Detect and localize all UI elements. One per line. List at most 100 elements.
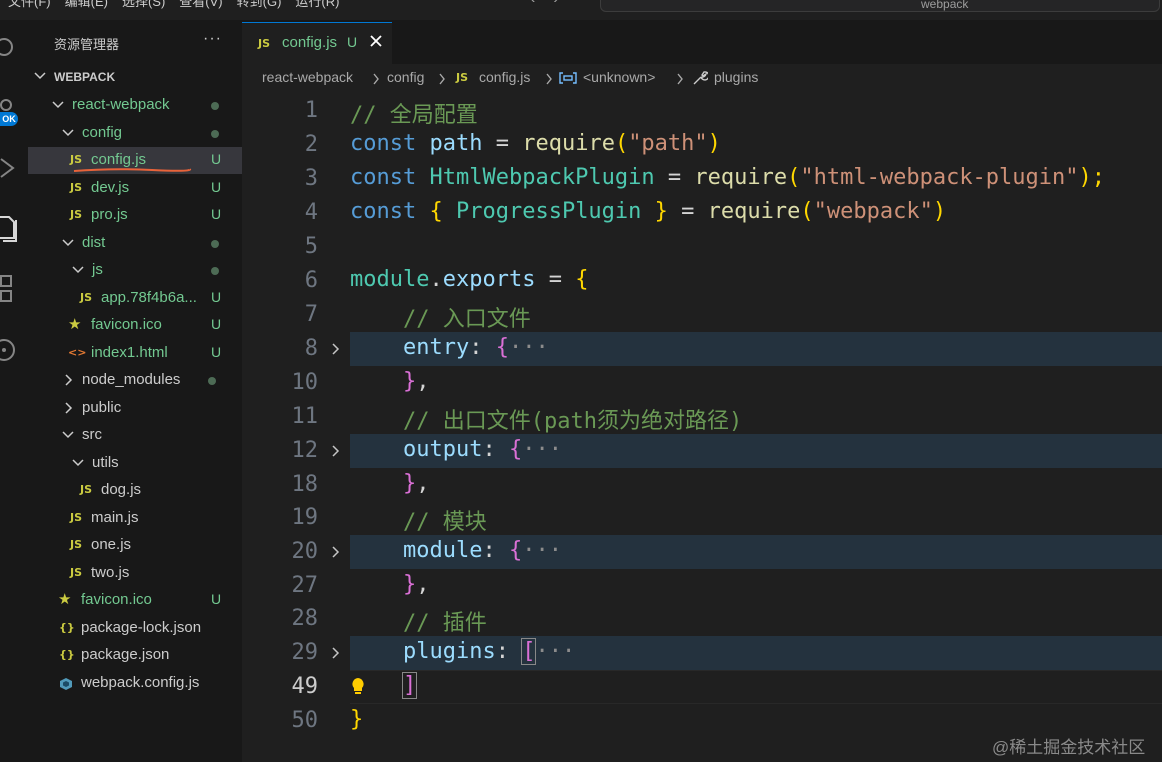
- line-text: output: {···: [350, 437, 562, 462]
- code-line: 1 // 全局配置: [242, 94, 1162, 128]
- tree-folder-react-webpack[interactable]: react-webpack: [28, 92, 242, 119]
- code-line-folded: 12 output: {···: [242, 434, 1162, 468]
- ok-badge: OK: [0, 112, 18, 126]
- function-token: require: [707, 199, 801, 224]
- menu-view[interactable]: 查看(V): [179, 0, 222, 9]
- folded-ellipsis[interactable]: ···: [535, 639, 575, 664]
- operator-token: :: [482, 437, 496, 462]
- string-token: "webpack": [813, 199, 933, 224]
- js-file-icon: JS: [70, 538, 83, 551]
- chevron-right-icon[interactable]: [330, 444, 342, 458]
- source-control-icon[interactable]: [0, 36, 18, 58]
- bracket-token: (: [787, 165, 801, 190]
- tree-item-label: public: [82, 399, 122, 416]
- line-text: module: {···: [350, 538, 562, 563]
- line-number: 20: [291, 539, 319, 564]
- menu-file[interactable]: 文件(F): [8, 0, 51, 9]
- back-arrow-icon[interactable]: ‹: [530, 0, 535, 7]
- tree-file-package-lock-json[interactable]: {} package-lock.json: [28, 615, 242, 642]
- js-file-icon: JS: [80, 483, 93, 496]
- tree-folder-config[interactable]: config: [28, 120, 242, 147]
- tree-file-dog-js[interactable]: JS dog.js: [28, 477, 242, 504]
- folded-ellipsis[interactable]: ···: [522, 437, 562, 462]
- tree-folder-node-modules[interactable]: node_modules: [28, 367, 242, 394]
- tree-file-package-json[interactable]: {} package.json: [28, 642, 242, 669]
- string-token: "path": [628, 131, 708, 156]
- breadcrumb-item[interactable]: <unknown>: [583, 69, 655, 85]
- chevron-down-icon: [52, 101, 64, 109]
- chevron-right-icon[interactable]: [330, 342, 342, 356]
- run-debug-icon[interactable]: [0, 156, 18, 180]
- modified-dot: [211, 102, 219, 110]
- operator-token: ,: [416, 471, 430, 496]
- tab-config-js[interactable]: JS config.js U: [242, 22, 392, 64]
- operator-token: :: [482, 538, 496, 563]
- tree-file-favicon-root[interactable]: ★ favicon.ico U: [28, 587, 242, 614]
- symbol-variable-icon: [559, 72, 577, 84]
- tree-folder-dist[interactable]: dist: [28, 230, 242, 257]
- editor-group: JS config.js U react-webpack config JS c…: [242, 20, 1162, 762]
- extensions-icon[interactable]: [0, 274, 18, 308]
- remote-icon[interactable]: [0, 336, 18, 364]
- line-text: // 插件: [350, 605, 487, 637]
- chevron-right-icon[interactable]: [330, 646, 342, 660]
- line-number: 3: [304, 166, 318, 191]
- tree-folder-js[interactable]: js: [28, 257, 242, 284]
- workspace-root-label: WEBPACK: [54, 70, 116, 84]
- bracket-token: }: [402, 572, 417, 597]
- code-editor[interactable]: 1 // 全局配置 2 const path = require("path")…: [242, 94, 1162, 754]
- bracket-token: {: [495, 335, 509, 360]
- workspace-root[interactable]: WEBPACK: [28, 66, 242, 88]
- tree-file-two-js[interactable]: JS two.js: [28, 560, 242, 587]
- bracket-token: ): [707, 131, 721, 156]
- more-actions-icon[interactable]: ···: [203, 30, 222, 48]
- command-center[interactable]: webpack: [600, 0, 1160, 12]
- breadcrumb-item[interactable]: plugins: [714, 69, 758, 85]
- tree-file-webpack-config-js[interactable]: webpack.config.js: [28, 670, 242, 697]
- menu-selection[interactable]: 选择(S): [122, 0, 165, 9]
- tree-file-one-js[interactable]: JS one.js: [28, 532, 242, 559]
- breadcrumb-item[interactable]: config: [387, 69, 424, 85]
- html-file-icon: <>: [68, 346, 87, 359]
- tree-file-index1-html[interactable]: <> index1.html U: [28, 340, 242, 367]
- class-token: HtmlWebpackPlugin: [429, 165, 655, 190]
- tree-file-pro-js[interactable]: JS pro.js U: [28, 202, 242, 229]
- line-number: 7: [304, 302, 318, 327]
- explorer-icon[interactable]: [0, 214, 18, 244]
- breadcrumb-item[interactable]: react-webpack: [262, 69, 353, 85]
- tree-file-app-js[interactable]: JS app.78f4b6a... U: [28, 285, 242, 312]
- menu-run[interactable]: 运行(R): [295, 0, 339, 9]
- line-number: 18: [291, 472, 319, 497]
- js-file-icon: JS: [70, 566, 83, 579]
- line-number: 49: [291, 674, 319, 699]
- operator-token: ,: [416, 369, 430, 394]
- folded-ellipsis[interactable]: ···: [509, 335, 549, 360]
- identifier-token: exports: [442, 267, 536, 292]
- line-number: 29: [291, 640, 319, 665]
- code-line: 3 const HtmlWebpackPlugin = require("htm…: [242, 162, 1162, 196]
- tree-item-label: react-webpack: [72, 96, 170, 113]
- forward-arrow-icon[interactable]: ›: [553, 0, 558, 7]
- bracket-token: }: [350, 707, 364, 732]
- tab-status: U: [347, 34, 358, 50]
- tree-folder-utils[interactable]: utils: [28, 450, 242, 477]
- close-icon[interactable]: [368, 33, 384, 49]
- bracket-token: (: [800, 199, 814, 224]
- comment-token: // 模块: [402, 510, 487, 535]
- menu-go[interactable]: 转到(G): [237, 0, 282, 9]
- folded-ellipsis[interactable]: ···: [522, 538, 562, 563]
- tree-file-dev-js[interactable]: JS dev.js U: [28, 175, 242, 202]
- tree-file-main-js[interactable]: JS main.js: [28, 505, 242, 532]
- tree-folder-public[interactable]: public: [28, 395, 242, 422]
- menu-edit[interactable]: 编辑(E): [65, 0, 108, 9]
- chevron-down-icon: [62, 239, 74, 247]
- tree-file-favicon-dist[interactable]: ★ favicon.ico U: [28, 312, 242, 339]
- line-number: 1: [304, 98, 318, 123]
- modified-dot: [208, 377, 216, 385]
- chevron-right-icon[interactable]: [330, 545, 342, 559]
- breadcrumb-item[interactable]: config.js: [479, 69, 530, 85]
- bracket-token: {: [429, 199, 443, 224]
- chevron-down-icon: [72, 266, 84, 274]
- chevron-right-icon: [546, 73, 552, 85]
- tree-folder-src[interactable]: src: [28, 422, 242, 449]
